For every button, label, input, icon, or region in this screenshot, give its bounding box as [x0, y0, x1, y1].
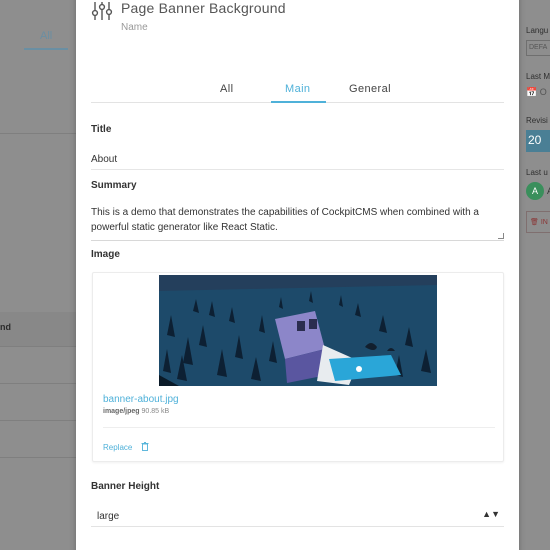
divider [0, 133, 76, 134]
modal-subtitle: Name [121, 22, 148, 33]
title-label: Title [91, 124, 112, 135]
avatar: A [526, 182, 544, 200]
revisions-label: Revisi [526, 116, 548, 125]
background-row-label: nd [0, 322, 11, 332]
last-modified-value: 📅 O [526, 87, 547, 97]
info-button: 🗑 IN [526, 211, 550, 233]
banner-height-value: large [97, 511, 120, 522]
modal-panel: Page Banner Background Name ✖ All Main G… [76, 0, 519, 550]
close-icon[interactable]: ✖ [503, 0, 511, 3]
resize-handle-icon[interactable] [498, 233, 504, 239]
banner-height-label: Banner Height [91, 481, 160, 492]
image-filename-link[interactable]: banner-about.jpg [103, 394, 179, 405]
title-input[interactable]: About [91, 154, 117, 165]
language-label: Langu [526, 26, 549, 35]
divider [103, 427, 495, 428]
last-modified-label: Last M [526, 72, 550, 81]
revisions-badge: 20 [526, 130, 550, 152]
field-group-tabs: All Main General [91, 79, 504, 103]
divider [0, 457, 76, 458]
image-field-card: banner-about.jpg image/jpeg 90.85 kB Rep… [92, 272, 504, 462]
language-select: DEFA [526, 40, 550, 56]
background-tab-underline [24, 48, 68, 50]
background-tab-all: All [40, 30, 53, 42]
image-thumbnail[interactable] [159, 275, 437, 386]
select-arrows-icon: ▲▼ [482, 509, 500, 519]
tab-general[interactable]: General [349, 83, 391, 95]
background-page-left: All nd [0, 0, 76, 550]
summary-label: Summary [91, 180, 137, 191]
background-page-right: Langu DEFA Last M 📅 O Revisi 20 Last u A… [519, 0, 550, 550]
banner-illustration [159, 275, 437, 386]
replace-button[interactable]: Replace [103, 443, 132, 452]
image-label: Image [91, 249, 120, 260]
trash-icon[interactable] [141, 442, 149, 451]
active-tab-indicator [271, 101, 326, 103]
summary-text: This is a demo that demonstrates the cap… [91, 207, 479, 233]
tab-main[interactable]: Main [285, 83, 310, 95]
divider [0, 420, 76, 421]
last-updated-label: Last u [526, 168, 548, 177]
modal-title: Page Banner Background [121, 0, 286, 16]
tab-all[interactable]: All [220, 83, 233, 95]
divider [0, 383, 76, 384]
banner-height-select[interactable]: large ▲▼ [91, 507, 504, 527]
sliders-icon [91, 2, 113, 20]
title-input-underline [91, 169, 504, 170]
background-row [0, 312, 76, 346]
summary-textarea[interactable]: This is a demo that demonstrates the cap… [91, 205, 504, 241]
divider [0, 346, 76, 347]
image-meta: image/jpeg 90.85 kB [103, 408, 170, 415]
